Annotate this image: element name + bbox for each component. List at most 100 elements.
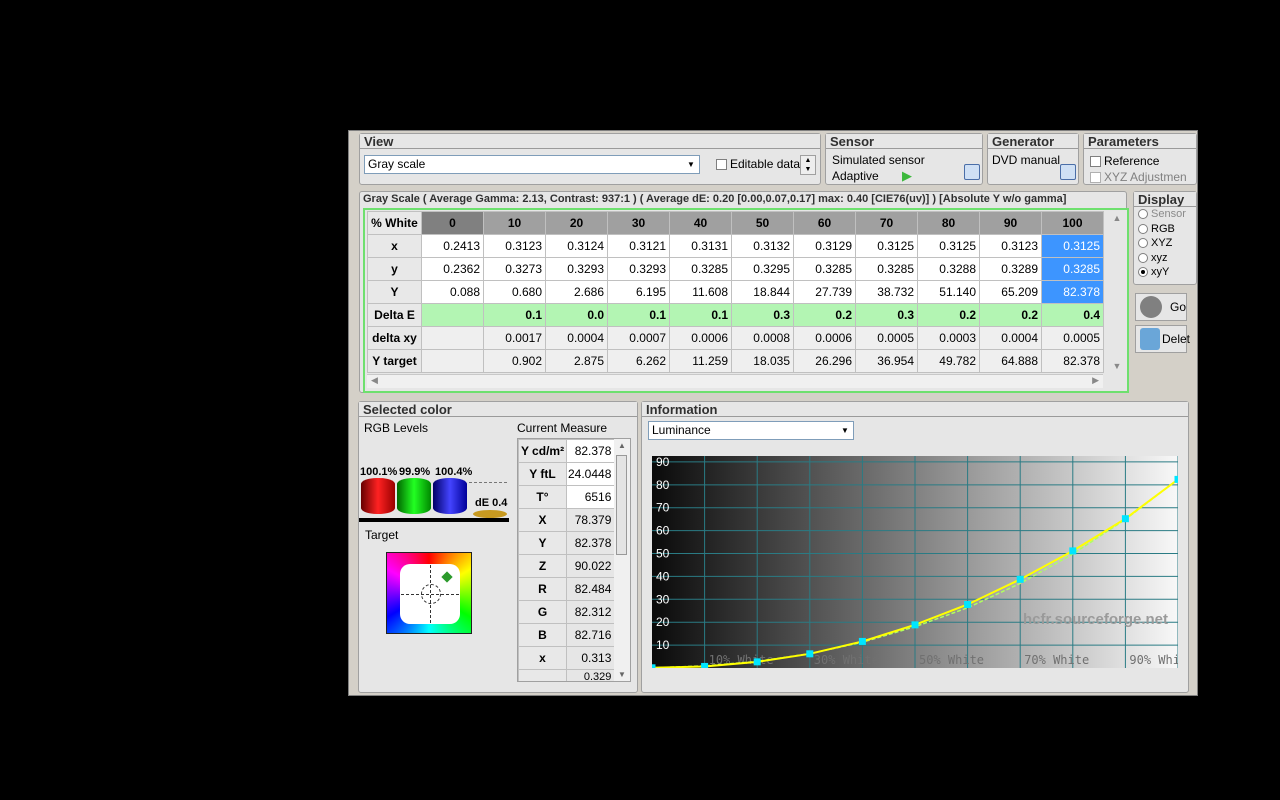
table-cell[interactable]: 18.844 [731,280,794,304]
table-cell[interactable]: 0.3125 [1041,234,1104,258]
table-cell[interactable]: 6.262 [607,349,670,373]
column-header[interactable]: 80 [917,211,980,235]
table-cell[interactable]: 0.3 [855,303,918,327]
sensor-config-icon[interactable] [964,164,980,180]
table-cell[interactable]: 65.209 [979,280,1042,304]
table-cell[interactable]: 27.739 [793,280,856,304]
table-cell[interactable]: 0.1 [669,303,732,327]
table-cell[interactable]: 0.902 [483,349,546,373]
table-cell[interactable]: 0.3121 [607,234,670,258]
table-cell[interactable]: 11.259 [669,349,732,373]
table-cell[interactable]: 0.0007 [607,326,670,350]
measure-table[interactable]: Y cd/m² 82.378 Y ftL 24.0448 T° 6516 X 78.379 Y 8… [518,439,616,681]
table-cell[interactable]: 0.3285 [855,257,918,281]
table-cell[interactable]: 0.3273 [483,257,546,281]
column-header[interactable]: 50 [731,211,794,235]
table-cell[interactable]: 49.782 [917,349,980,373]
h-scrollbar[interactable]: ◀ ▶ [367,374,1103,388]
table-cell[interactable]: 0.0005 [855,326,918,350]
reference-checkbox[interactable]: Reference [1090,154,1159,168]
measure-row[interactable]: Y ftL 24.0448 [518,462,616,486]
table-cell[interactable]: 0.0017 [483,326,546,350]
column-header[interactable]: 0 [421,211,484,235]
view-combo[interactable]: Gray scale ▼ [364,155,700,174]
go-button[interactable]: Go [1135,293,1187,321]
measure-row[interactable]: x 0.313 [518,646,616,670]
grayscale-table[interactable]: % White 0 10 20 30 40 50 60 70 80 90 100 x 0.2413 0.31… [367,211,1104,373]
table-cell[interactable]: 0.3131 [669,234,732,258]
table-cell[interactable]: 0.0 [545,303,608,327]
table-cell[interactable]: 0.2 [793,303,856,327]
v-scrollbar[interactable]: ▲ ▼ [1109,211,1125,373]
display-option-xyy[interactable]: xyY [1138,266,1196,281]
measure-row[interactable]: Y 82.378 [518,531,616,555]
table-cell[interactable]: 0.3285 [793,257,856,281]
measure-row[interactable]: Y cd/m² 82.378 [518,439,616,463]
spin-button[interactable]: ▲ ▼ [800,155,816,175]
measure-scrollbar[interactable]: ▲ ▼ [614,439,630,681]
table-cell[interactable]: 0.3132 [731,234,794,258]
delete-button[interactable]: Delet [1135,325,1190,353]
table-cell[interactable]: 0.4 [1041,303,1104,327]
xyz-adjust-checkbox[interactable]: XYZ Adjustmen [1090,170,1187,184]
table-cell[interactable]: 26.296 [793,349,856,373]
column-header[interactable]: 20 [545,211,608,235]
column-header[interactable]: 60 [793,211,856,235]
table-cell[interactable]: 0.1 [483,303,546,327]
column-header[interactable]: 30 [607,211,670,235]
table-cell[interactable]: 0.3295 [731,257,794,281]
generator-config-icon[interactable] [1060,164,1076,180]
table-cell[interactable]: 0.680 [483,280,546,304]
table-cell[interactable]: 0.3289 [979,257,1042,281]
table-cell[interactable]: 0.3123 [979,234,1042,258]
display-option-sensor[interactable]: Sensor [1138,208,1196,223]
measure-row[interactable]: G 82.312 [518,600,616,624]
table-cell[interactable]: 0.3123 [483,234,546,258]
table-cell[interactable]: 0.3124 [545,234,608,258]
measure-row[interactable]: R 82.484 [518,577,616,601]
play-icon[interactable]: ▶ [902,168,912,184]
column-header[interactable]: 40 [669,211,732,235]
table-cell[interactable]: 0.0008 [731,326,794,350]
table-cell[interactable]: 0.0006 [669,326,732,350]
table-cell[interactable]: 64.888 [979,349,1042,373]
table-cell[interactable]: 0.0004 [979,326,1042,350]
table-cell[interactable]: 0.088 [421,280,484,304]
table-cell[interactable]: 0.3293 [545,257,608,281]
column-header[interactable]: 100 [1041,211,1104,235]
table-cell[interactable]: 0.3288 [917,257,980,281]
table-cell[interactable]: 0.3125 [855,234,918,258]
column-header[interactable]: 90 [979,211,1042,235]
table-cell[interactable]: 0.3285 [669,257,732,281]
table-cell[interactable]: 0.2362 [421,257,484,281]
table-cell[interactable]: 82.378 [1041,349,1104,373]
display-option-xyz[interactable]: XYZ [1138,237,1196,252]
table-cell[interactable] [421,326,484,350]
table-cell[interactable]: 0.1 [607,303,670,327]
table-cell[interactable]: 0.0003 [917,326,980,350]
table-cell[interactable]: 0.3 [731,303,794,327]
table-cell[interactable]: 36.954 [855,349,918,373]
table-cell[interactable]: 0.0005 [1041,326,1104,350]
measure-row[interactable]: T° 6516 [518,485,616,509]
editable-data-checkbox[interactable]: Editable data [716,157,800,171]
table-cell[interactable]: 11.608 [669,280,732,304]
table-cell[interactable]: 82.378 [1041,280,1104,304]
table-cell[interactable] [421,349,484,373]
table-cell[interactable]: 38.732 [855,280,918,304]
table-cell[interactable] [421,303,484,327]
table-cell[interactable]: 0.2 [979,303,1042,327]
table-cell[interactable]: 0.3285 [1041,257,1104,281]
table-cell[interactable]: 51.140 [917,280,980,304]
table-cell[interactable]: 0.3293 [607,257,670,281]
table-cell[interactable]: 2.875 [545,349,608,373]
table-cell[interactable]: 0.0006 [793,326,856,350]
measure-row[interactable]: B 82.716 [518,623,616,647]
table-cell[interactable]: 6.195 [607,280,670,304]
scroll-thumb[interactable] [616,455,627,555]
table-cell[interactable]: 2.686 [545,280,608,304]
table-cell[interactable]: 0.2 [917,303,980,327]
measure-row[interactable]: X 78.379 [518,508,616,532]
display-option-rgb[interactable]: RGB [1138,223,1196,238]
table-cell[interactable]: 0.0004 [545,326,608,350]
